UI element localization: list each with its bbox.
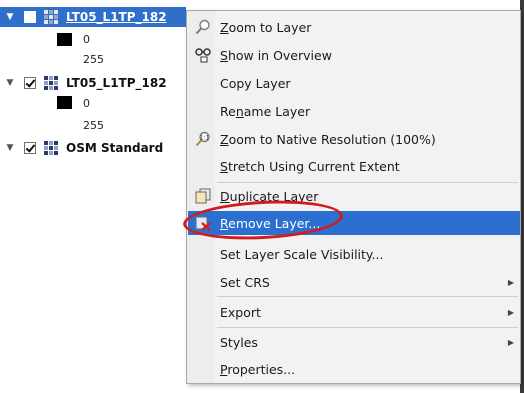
legend-min-value: 0 <box>83 33 90 46</box>
collapse-arrow-icon[interactable]: ▼ <box>4 78 16 88</box>
overview-icon <box>195 47 211 63</box>
legend-min-value: 0 <box>83 97 90 110</box>
collapse-arrow-icon[interactable]: ▼ <box>4 12 16 22</box>
zoom-to-layer-icon <box>195 19 211 35</box>
menu-item-styles[interactable]: Styles ▶ <box>188 330 520 354</box>
menu-item-zoom-to-layer[interactable]: Zoom to Layer <box>188 15 520 39</box>
layer-name: OSM Standard <box>66 141 164 155</box>
menu-item-properties[interactable]: Properties... <box>188 357 520 381</box>
menu-separator <box>217 327 518 328</box>
legend-max-value: 255 <box>83 53 104 66</box>
layer-visibility-checkbox[interactable] <box>24 142 36 154</box>
collapse-arrow-icon[interactable]: ▼ <box>4 143 16 153</box>
layer-name: LT05_L1TP_182 <box>66 76 167 90</box>
menu-item-copy-layer[interactable]: Copy Layer <box>188 71 520 95</box>
layer-visibility-checkbox[interactable] <box>24 77 36 89</box>
raster-layer-icon <box>44 76 58 90</box>
submenu-arrow-icon: ▶ <box>507 277 514 287</box>
layer-context-menu: Zoom to Layer Show in Overview Copy Laye… <box>186 10 521 384</box>
duplicate-icon <box>195 188 211 204</box>
menu-item-set-crs[interactable]: Set CRS ▶ <box>188 270 520 294</box>
menu-separator <box>217 182 518 183</box>
menu-item-rename-layer[interactable]: Rename Layer <box>188 99 520 123</box>
menu-item-export[interactable]: Export ▶ <box>188 300 520 324</box>
menu-item-stretch-extent[interactable]: Stretch Using Current Extent <box>188 154 520 178</box>
layer-visibility-checkbox[interactable] <box>24 11 36 23</box>
submenu-arrow-icon: ▶ <box>507 337 514 347</box>
layer-row-3[interactable]: ▼ OSM Standard <box>0 138 186 158</box>
menu-item-set-scale-visibility[interactable]: Set Layer Scale Visibility... <box>188 242 520 266</box>
submenu-arrow-icon: ▶ <box>507 307 514 317</box>
menu-item-show-in-overview[interactable]: Show in Overview <box>188 43 520 67</box>
menu-separator <box>217 296 518 297</box>
legend-swatch <box>57 33 72 46</box>
raster-layer-icon <box>44 10 58 24</box>
layer-name: LT05_L1TP_182 <box>66 10 167 24</box>
menu-item-zoom-native-resolution[interactable]: 1:1 Zoom to Native Resolution (100%) <box>188 127 520 151</box>
legend-swatch <box>57 96 72 109</box>
raster-layer-icon <box>44 141 58 155</box>
zoom-native-icon: 1:1 <box>195 131 211 147</box>
layer-row-2[interactable]: ▼ LT05_L1TP_182 <box>0 73 186 93</box>
legend-max-value: 255 <box>83 119 104 132</box>
layer-row-1[interactable]: ▼ LT05_L1TP_182 <box>0 7 186 27</box>
